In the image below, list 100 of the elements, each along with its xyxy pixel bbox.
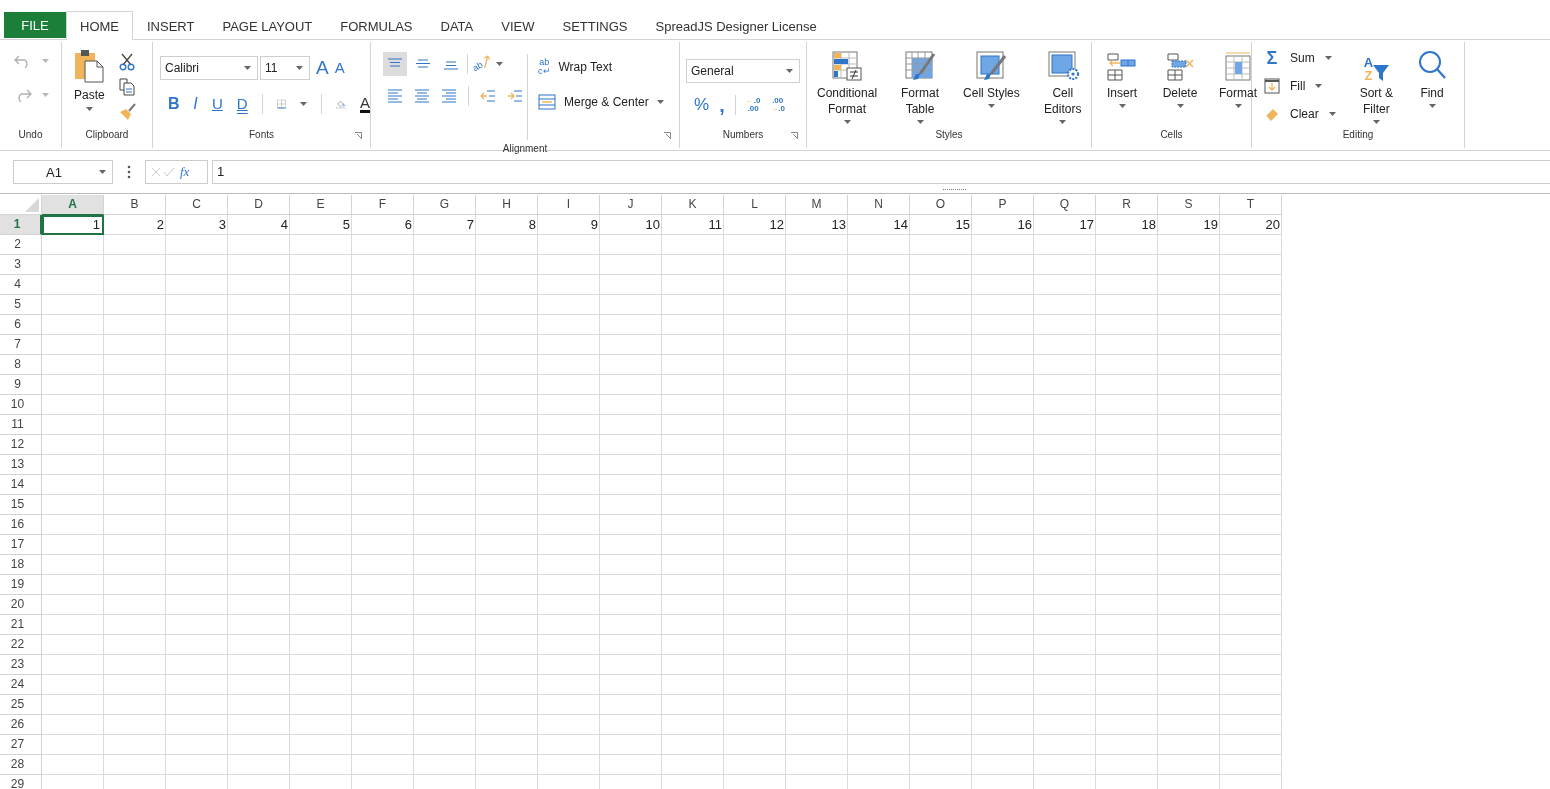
column-header[interactable]: N <box>848 195 910 215</box>
dialog-launcher-icon[interactable] <box>791 132 798 139</box>
ribbon-tab[interactable]: VIEW <box>487 12 549 40</box>
column-header[interactable]: D <box>228 195 290 215</box>
bold-button[interactable]: B <box>168 95 180 113</box>
column-header[interactable]: Q <box>1034 195 1096 215</box>
underline-button[interactable]: U <box>212 95 223 113</box>
row-header[interactable]: 26 <box>0 715 42 735</box>
column-header[interactable]: R <box>1096 195 1158 215</box>
row-header[interactable]: 9 <box>0 375 42 395</box>
column-header[interactable]: T <box>1220 195 1282 215</box>
name-box[interactable]: A1 <box>13 160 113 184</box>
column-header[interactable]: A <box>42 195 104 215</box>
column-header[interactable]: G <box>414 195 476 215</box>
column-header[interactable]: F <box>352 195 414 215</box>
row-header[interactable]: 25 <box>0 695 42 715</box>
row-header[interactable]: 21 <box>0 615 42 635</box>
insert-button[interactable]: Insert <box>1102 50 1142 126</box>
column-header[interactable]: O <box>910 195 972 215</box>
number-format-select[interactable]: General <box>686 59 800 83</box>
formula-buttons[interactable]: fx <box>145 160 208 184</box>
clear-button[interactable]: Clear <box>1264 106 1336 122</box>
row-header[interactable]: 15 <box>0 495 42 515</box>
row-header[interactable]: 1 <box>0 215 42 235</box>
dialog-launcher-icon[interactable] <box>664 132 671 139</box>
ribbon-tab[interactable]: INSERT <box>133 12 209 40</box>
ribbon-tab[interactable]: DATA <box>426 12 488 40</box>
format-button[interactable]: Format <box>1218 50 1258 126</box>
font-size-select[interactable]: 11 <box>260 56 310 80</box>
column-header[interactable]: E <box>290 195 352 215</box>
find-button[interactable]: Find <box>1417 50 1448 126</box>
ribbon-tab[interactable]: HOME <box>66 11 133 40</box>
align-center-icon[interactable] <box>414 88 430 104</box>
cell-styles-button[interactable]: Cell Styles <box>963 50 1020 126</box>
align-right-icon[interactable] <box>441 88 457 104</box>
percent-button[interactable]: % <box>694 96 710 114</box>
ribbon-tab[interactable]: SETTINGS <box>548 12 642 40</box>
select-all-icon[interactable] <box>25 198 39 212</box>
row-header[interactable]: 22 <box>0 635 42 655</box>
row-header[interactable]: 14 <box>0 475 42 495</box>
delete-button[interactable]: Delete <box>1160 50 1200 126</box>
sum-button[interactable]: Σ Sum <box>1264 50 1336 66</box>
dialog-launcher-icon[interactable] <box>355 132 362 139</box>
align-left-icon[interactable] <box>387 88 403 104</box>
column-header[interactable]: M <box>786 195 848 215</box>
orientation-button[interactable]: ab <box>470 54 494 74</box>
row-header[interactable]: 11 <box>0 415 42 435</box>
column-header[interactable]: C <box>166 195 228 215</box>
row-header[interactable]: 28 <box>0 755 42 775</box>
row-header[interactable]: 2 <box>0 235 42 255</box>
format-table-button[interactable]: Format Table <box>895 50 946 126</box>
font-select[interactable]: Calibri <box>160 56 258 80</box>
conditional-format-button[interactable]: Conditional Format <box>817 50 878 126</box>
copy-icon[interactable] <box>118 78 135 96</box>
row-header[interactable]: 17 <box>0 535 42 555</box>
row-header[interactable]: 24 <box>0 675 42 695</box>
row-header[interactable]: 19 <box>0 575 42 595</box>
italic-button[interactable]: I <box>193 95 198 113</box>
column-header[interactable]: H <box>476 195 538 215</box>
row-header[interactable]: 12 <box>0 435 42 455</box>
increase-indent-icon[interactable] <box>507 88 523 104</box>
grow-font-button[interactable]: A <box>316 59 329 77</box>
fill-button[interactable]: Fill <box>1264 78 1336 94</box>
decrease-indent-icon[interactable] <box>480 88 496 104</box>
row-header[interactable]: 8 <box>0 355 42 375</box>
font-color-button[interactable]: A <box>360 95 370 113</box>
merge-center-button[interactable]: Merge & Center <box>538 94 664 110</box>
column-header[interactable]: I <box>538 195 600 215</box>
file-tab[interactable]: FILE <box>4 12 66 38</box>
formula-input[interactable]: 1 <box>212 160 1550 184</box>
row-header[interactable]: 4 <box>0 275 42 295</box>
row-header[interactable]: 16 <box>0 515 42 535</box>
borders-icon[interactable] <box>276 96 286 112</box>
row-header[interactable]: 13 <box>0 455 42 475</box>
double-underline-button[interactable]: D <box>236 95 248 113</box>
splitter-handle[interactable] <box>943 187 967 191</box>
ribbon-tab[interactable]: PAGE LAYOUT <box>208 12 327 40</box>
scissors-icon[interactable] <box>118 53 135 71</box>
row-header[interactable]: 7 <box>0 335 42 355</box>
column-header[interactable]: J <box>600 195 662 215</box>
row-header[interactable]: 23 <box>0 655 42 675</box>
cell-editors-button[interactable]: Cell Editors <box>1037 50 1088 126</box>
increase-decimal-button[interactable]: ←.0 .00 <box>745 97 761 113</box>
column-header[interactable]: L <box>724 195 786 215</box>
column-header[interactable]: S <box>1158 195 1220 215</box>
row-header[interactable]: 18 <box>0 555 42 575</box>
paste-button[interactable]: Paste <box>74 46 105 126</box>
sort-filter-button[interactable]: A Z Sort & Filter <box>1359 50 1394 126</box>
ribbon-tab[interactable]: SpreadJS Designer License <box>641 12 831 40</box>
format-painter-icon[interactable] <box>118 103 137 121</box>
column-header[interactable]: P <box>972 195 1034 215</box>
row-header[interactable]: 27 <box>0 735 42 755</box>
more-icon[interactable] <box>127 165 131 179</box>
row-header[interactable]: 5 <box>0 295 42 315</box>
row-header[interactable]: 10 <box>0 395 42 415</box>
row-header[interactable]: 20 <box>0 595 42 615</box>
shrink-font-button[interactable]: A <box>334 59 345 77</box>
row-header[interactable]: 6 <box>0 315 42 335</box>
row-header[interactable]: 3 <box>0 255 42 275</box>
ribbon-tab[interactable]: FORMULAS <box>326 12 427 40</box>
